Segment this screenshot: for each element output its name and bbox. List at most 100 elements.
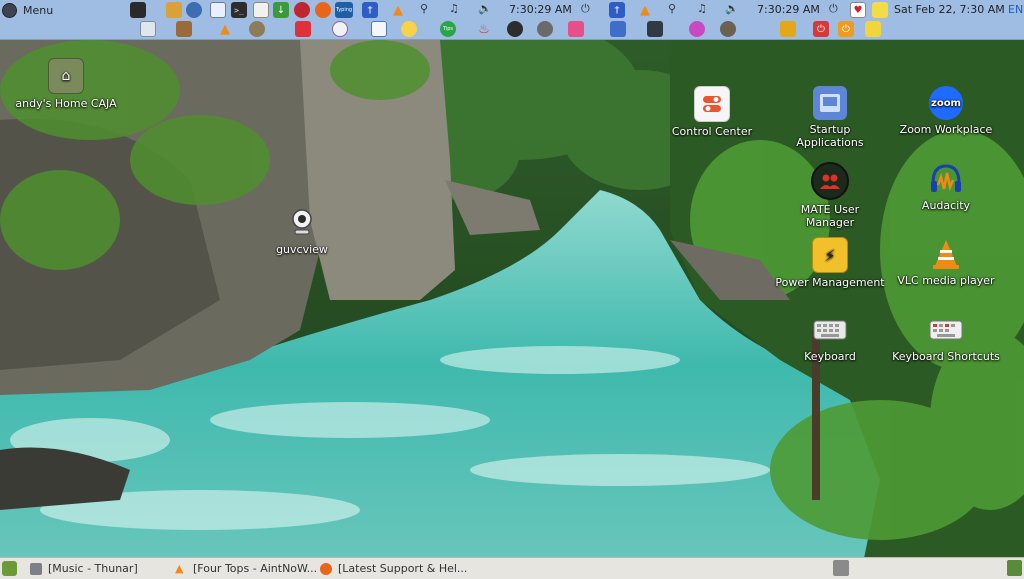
taskbar-item-firefox[interactable]: [Latest Support & Hel... [320, 561, 467, 576]
keyboard-label: Keyboard [804, 350, 856, 363]
startup-disk-icon[interactable] [537, 21, 553, 37]
date-time-clock[interactable]: Sat Feb 22, 7:30 AM [894, 3, 1005, 16]
archive-manager-icon[interactable] [176, 21, 192, 37]
zoom-label: Zoom Workplace [899, 123, 993, 136]
keyboard-layout-indicator[interactable]: EN [1008, 3, 1023, 16]
vlc-label: VLC media player [897, 274, 995, 287]
desktop-icon-guvcview[interactable]: guvcview [247, 206, 357, 256]
task-label-firefox: [Latest Support & Hel... [338, 562, 468, 575]
document-viewer-icon[interactable] [140, 21, 156, 37]
network-icon[interactable]: ⚲ [420, 2, 428, 15]
control-center-icon [694, 86, 730, 122]
volume-icon-2[interactable]: 🔈 [725, 2, 739, 15]
keyboard-shortcuts-icon [929, 313, 963, 347]
vlc-panel-icon-2[interactable]: ▲ [637, 2, 653, 18]
desktop-icon-control-center[interactable]: Control Center [657, 86, 767, 138]
webcam-icon [285, 206, 319, 240]
bible-app-icon-2[interactable]: † [609, 2, 625, 18]
files-launcher-icon[interactable] [166, 2, 182, 18]
emoji-app-icon[interactable] [401, 21, 417, 37]
task-label-vlc: [Four Tops - AintNoW... [193, 562, 318, 575]
launcher-panel: ▲ Tips ♨ ⏻ ⏻ [0, 20, 1024, 40]
writer-icon[interactable] [371, 21, 387, 37]
network-icon-2[interactable]: ⚲ [668, 2, 676, 15]
desktop-icon-mate-user[interactable]: MATE User Manager [775, 162, 885, 229]
volume-icon[interactable]: 🔈 [478, 2, 492, 15]
home-folder-icon: ⌂ [48, 58, 84, 94]
desktop-icon-startup[interactable]: Startup Applications [775, 86, 885, 149]
audacity-icon [929, 162, 963, 196]
heart-app-icon[interactable]: ♥ [850, 2, 866, 18]
audacity-label: Audacity [921, 199, 971, 212]
bible-app-icon[interactable]: † [362, 2, 378, 18]
desktop-icon-keyboard[interactable]: Keyboard [775, 313, 885, 363]
folder-icon [30, 562, 42, 575]
flame-app-icon[interactable]: ♨ [476, 21, 492, 37]
system-monitor-icon[interactable] [647, 21, 663, 37]
mate-menu-icon [2, 2, 17, 18]
desktop-icon-vlc[interactable]: VLC media player [891, 237, 1001, 287]
keyboard-shortcuts-label: Keyboard Shortcuts [892, 350, 1000, 363]
menu-label: Menu [23, 3, 54, 17]
sticky-notes-icon[interactable] [872, 2, 888, 18]
desktop-icon-keyboard-shortcuts[interactable]: Keyboard Shortcuts [891, 313, 1001, 363]
screenshot-icon[interactable] [295, 21, 311, 37]
mate-user-label: MATE User Manager [800, 203, 860, 229]
power-icon-2[interactable]: ⏻ [829, 2, 838, 16]
color-wheel-icon[interactable] [689, 21, 705, 37]
startup-applications-icon [813, 86, 847, 120]
webcam-launcher-icon[interactable] [332, 21, 348, 37]
display-settings-icon[interactable] [865, 21, 881, 37]
show-desktop-button[interactable] [2, 561, 17, 576]
zoom-icon: zoom [929, 86, 963, 120]
steering-wheel-icon[interactable] [507, 21, 523, 37]
desktop-icon-audacity[interactable]: Audacity [891, 162, 1001, 212]
taskbar-item-thunar[interactable]: [Music - Thunar] [30, 561, 138, 576]
menu-button[interactable]: Menu [2, 2, 53, 18]
task-label-thunar: [Music - Thunar] [48, 562, 138, 575]
gimp-wilber-icon[interactable] [720, 21, 736, 37]
keyboard-icon [813, 313, 847, 347]
power-management-icon: ⚡ [812, 237, 848, 273]
network-tray-icon[interactable] [833, 560, 849, 576]
trash-icon[interactable] [1007, 560, 1022, 576]
vlc-task-icon: ▲ [175, 561, 184, 575]
user-accounts-icon[interactable] [186, 2, 202, 18]
vlc-cone-icon [929, 237, 963, 271]
pink-app-icon[interactable] [568, 21, 584, 37]
power-label: Power Management [775, 276, 885, 289]
notification-bell-icon-2[interactable]: ♫ [697, 2, 707, 15]
app-launcher-red-icon[interactable] [294, 2, 310, 18]
clock-secondary[interactable]: 7:30:29 AM [757, 3, 820, 16]
notebook-launcher-icon[interactable] [130, 2, 146, 18]
desktop-icon-zoom[interactable]: zoom Zoom Workplace [891, 86, 1001, 136]
usb-drive-icon[interactable] [780, 21, 796, 37]
moon-icon[interactable] [210, 2, 226, 18]
text-editor-icon[interactable] [253, 2, 269, 18]
firefox-icon[interactable] [315, 2, 331, 18]
vlc-launcher-icon[interactable]: ▲ [217, 21, 233, 37]
gimp-icon[interactable] [249, 21, 265, 37]
power-icon[interactable]: ⏻ [581, 2, 590, 16]
taskbar-item-vlc[interactable]: ▲ [Four Tops - AintNoW... [175, 561, 317, 576]
bottom-taskbar: [Music - Thunar] ▲ [Four Tops - AintNoW.… [0, 557, 1024, 579]
control-center-label: Control Center [671, 125, 753, 138]
download-icon[interactable]: ↓ [273, 2, 289, 18]
guvcview-label: guvcview [276, 243, 328, 256]
terminal-icon[interactable]: >_ [231, 2, 247, 18]
user-manager-icon [811, 162, 849, 200]
shutdown-orange-icon[interactable]: ⏻ [838, 21, 854, 37]
startup-label: Startup Applications [796, 123, 864, 149]
screen-share-icon[interactable] [610, 21, 626, 37]
vlc-panel-icon[interactable]: ▲ [390, 2, 406, 18]
notification-bell-icon[interactable]: ♫ [449, 2, 459, 15]
desktop-icon-power[interactable]: ⚡ Power Management [775, 237, 885, 289]
shutdown-red-icon[interactable]: ⏻ [813, 21, 829, 37]
firefox-task-icon [320, 562, 332, 575]
home-label: andy's Home CAJA [15, 97, 117, 110]
desktop-icon-home[interactable]: ⌂ andy's Home CAJA [11, 58, 121, 110]
clock-primary[interactable]: 7:30:29 AM [509, 3, 572, 16]
top-panel: Menu >_ ↓ Typing † ▲ ⚲ ♫ 🔈 7:30:29 AM ⏻ … [0, 0, 1024, 20]
green-app-icon[interactable]: Tips [440, 21, 456, 37]
typing-tutor-icon[interactable]: Typing [335, 2, 353, 18]
